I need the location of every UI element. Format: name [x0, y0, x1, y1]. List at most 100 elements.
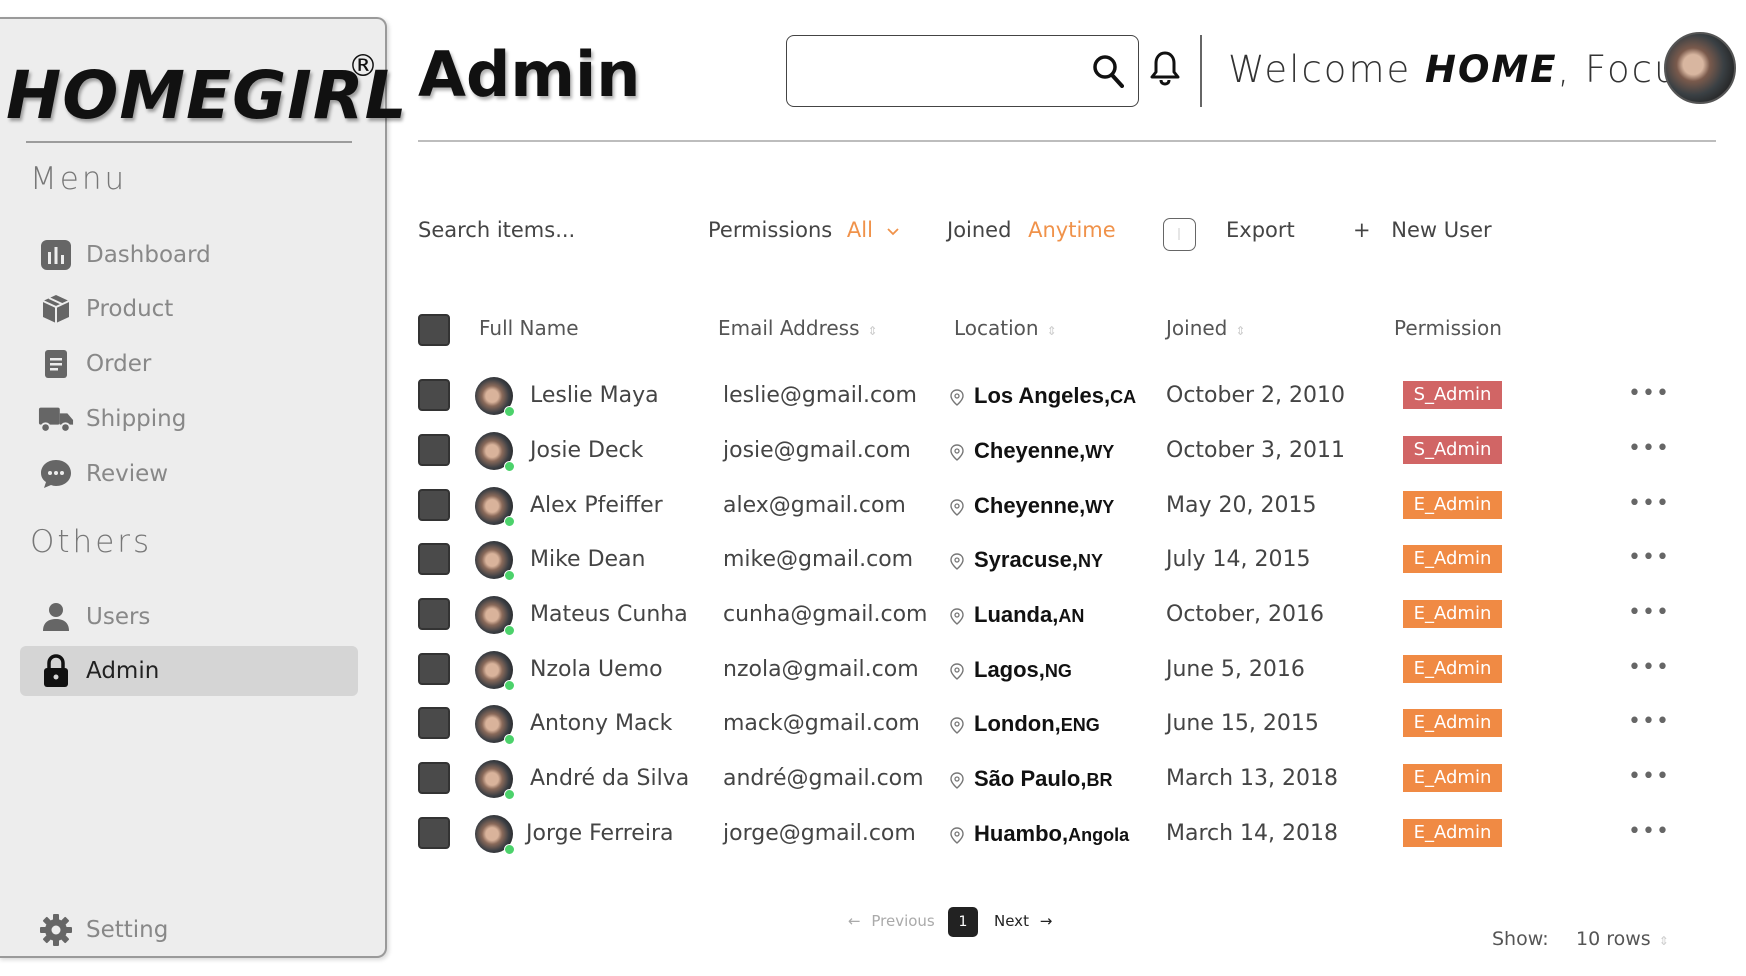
row-checkbox[interactable]	[418, 489, 450, 521]
more-options-icon[interactable]: •••	[1628, 381, 1670, 406]
sidebar-item-dashboard[interactable]: Dashboard	[20, 230, 358, 280]
permission-badge: E_Admin	[1403, 709, 1502, 737]
next-page-button[interactable]: Next →	[994, 912, 1052, 930]
page-number-current[interactable]: 1	[948, 907, 978, 937]
column-header-permission[interactable]: Permission	[1394, 316, 1502, 340]
more-options-icon[interactable]: •••	[1628, 545, 1670, 570]
more-options-icon[interactable]: •••	[1628, 491, 1670, 516]
table-row[interactable]: André da Silva andré@gmail.com São Paulo,B…	[0, 760, 1746, 814]
avatar	[475, 705, 515, 745]
joined-date: May 20, 2015	[1166, 493, 1317, 518]
joined-date: March 13, 2018	[1166, 766, 1339, 791]
online-status-dot	[504, 680, 515, 691]
joined-filter[interactable]: Joined Anytime	[947, 218, 1116, 242]
select-all-checkbox[interactable]	[418, 314, 450, 346]
header-separator	[1200, 35, 1202, 107]
full-name: Alex Pfeiffer	[530, 493, 663, 518]
location: London,ENG	[974, 711, 1100, 736]
location: Huambo,Angola	[974, 821, 1130, 846]
avatar	[475, 377, 515, 417]
location: Cheyenne,WY	[974, 438, 1115, 463]
box-icon	[38, 291, 74, 327]
email-address: mike@gmail.com	[723, 547, 914, 572]
rows-per-page-label: Show:	[1492, 928, 1549, 950]
email-address: nzola@gmail.com	[723, 657, 919, 682]
export-checkbox[interactable]	[1163, 218, 1196, 251]
email-address: leslie@gmail.com	[723, 383, 917, 408]
location-pin-icon	[950, 499, 964, 520]
table-row[interactable]: Josie Deck josie@gmail.com Cheyenne,WY Octo…	[0, 432, 1746, 486]
column-header-name[interactable]: Full Name	[479, 316, 579, 340]
column-header-joined[interactable]: Joined ⇕	[1166, 316, 1245, 340]
location-pin-icon	[950, 717, 964, 738]
arrow-left-icon: ←	[848, 912, 861, 930]
online-status-dot	[504, 461, 515, 472]
joined-date: July 14, 2015	[1166, 547, 1311, 572]
sidebar-divider	[26, 141, 352, 143]
location-pin-icon	[950, 663, 964, 684]
welcome-message: Welcome HOME, Focus	[1228, 48, 1701, 91]
more-options-icon[interactable]: •••	[1628, 600, 1670, 625]
location-pin-icon	[950, 772, 964, 793]
table-row[interactable]: Alex Pfeiffer alex@gmail.com Cheyenne,WY Ma…	[0, 487, 1746, 541]
page-title: Admin	[418, 38, 641, 111]
table-row[interactable]: Mike Dean mike@gmail.com Syracuse,NY July 1…	[0, 541, 1746, 595]
search-icon[interactable]	[1092, 54, 1124, 92]
permissions-filter[interactable]: Permissions All	[708, 218, 900, 242]
joined-filter-value: Anytime	[1028, 218, 1116, 242]
email-address: josie@gmail.com	[723, 438, 911, 463]
global-search-input[interactable]	[797, 46, 1067, 96]
full-name: Josie Deck	[530, 438, 644, 463]
more-options-icon[interactable]: •••	[1628, 819, 1670, 844]
joined-date: October, 2016	[1166, 602, 1325, 627]
bar-chart-icon	[38, 237, 74, 273]
full-name: Mike Dean	[530, 547, 646, 572]
row-checkbox[interactable]	[418, 379, 450, 411]
table-row[interactable]: Jorge Ferreira jorge@gmail.com Huambo,Ango…	[0, 815, 1746, 869]
new-user-button[interactable]: + New User	[1353, 218, 1492, 242]
online-status-dot	[504, 844, 515, 855]
sort-icon: ⇕	[1046, 324, 1057, 338]
sort-icon: ⇕	[1658, 934, 1669, 948]
row-checkbox[interactable]	[418, 598, 450, 630]
more-options-icon[interactable]: •••	[1628, 436, 1670, 461]
full-name: Antony Mack	[530, 711, 673, 736]
global-search[interactable]	[786, 35, 1139, 107]
sidebar-item-product[interactable]: Product	[20, 284, 358, 334]
rows-per-page-select[interactable]: 10 rows ⇕	[1576, 928, 1669, 950]
user-avatar[interactable]	[1664, 32, 1736, 104]
location: Syracuse,NY	[974, 547, 1103, 572]
row-checkbox[interactable]	[418, 817, 450, 849]
table-row[interactable]: Nzola Uemo nzola@gmail.com Lagos,NG June 5,…	[0, 651, 1746, 705]
location: Los Angeles,CA	[974, 383, 1137, 408]
table-row[interactable]: Mateus Cunha cunha@gmail.com Luanda,AN Octo…	[0, 596, 1746, 650]
permission-badge: S_Admin	[1403, 436, 1502, 464]
table-row[interactable]: Leslie Maya leslie@gmail.com Los Angeles,C…	[0, 377, 1746, 431]
row-checkbox[interactable]	[418, 762, 450, 794]
location-pin-icon	[950, 553, 964, 574]
online-status-dot	[504, 625, 515, 636]
online-status-dot	[504, 734, 515, 745]
more-options-icon[interactable]: •••	[1628, 655, 1670, 680]
avatar	[475, 596, 515, 636]
more-options-icon[interactable]: •••	[1628, 709, 1670, 734]
online-status-dot	[504, 789, 515, 800]
row-checkbox[interactable]	[418, 707, 450, 739]
export-button[interactable]: Export	[1226, 218, 1295, 242]
previous-page-button[interactable]: ← Previous	[848, 912, 935, 930]
sidebar-item-label: Dashboard	[86, 242, 211, 268]
permission-badge: E_Admin	[1403, 819, 1502, 847]
bell-icon[interactable]	[1150, 50, 1180, 90]
column-header-email[interactable]: Email Address ⇕	[718, 316, 878, 340]
joined-date: October 2, 2010	[1166, 383, 1346, 408]
search-items-input[interactable]: Search items...	[418, 218, 575, 242]
column-header-location[interactable]: Location ⇕	[954, 316, 1057, 340]
row-checkbox[interactable]	[418, 543, 450, 575]
row-checkbox[interactable]	[418, 653, 450, 685]
row-checkbox[interactable]	[418, 434, 450, 466]
more-options-icon[interactable]: •••	[1628, 764, 1670, 789]
table-row[interactable]: Antony Mack mack@gmail.com London,ENG June …	[0, 705, 1746, 759]
sidebar-item-setting[interactable]: Setting	[20, 905, 358, 955]
location: Cheyenne,WY	[974, 493, 1115, 518]
registered-mark: ®	[348, 49, 378, 84]
